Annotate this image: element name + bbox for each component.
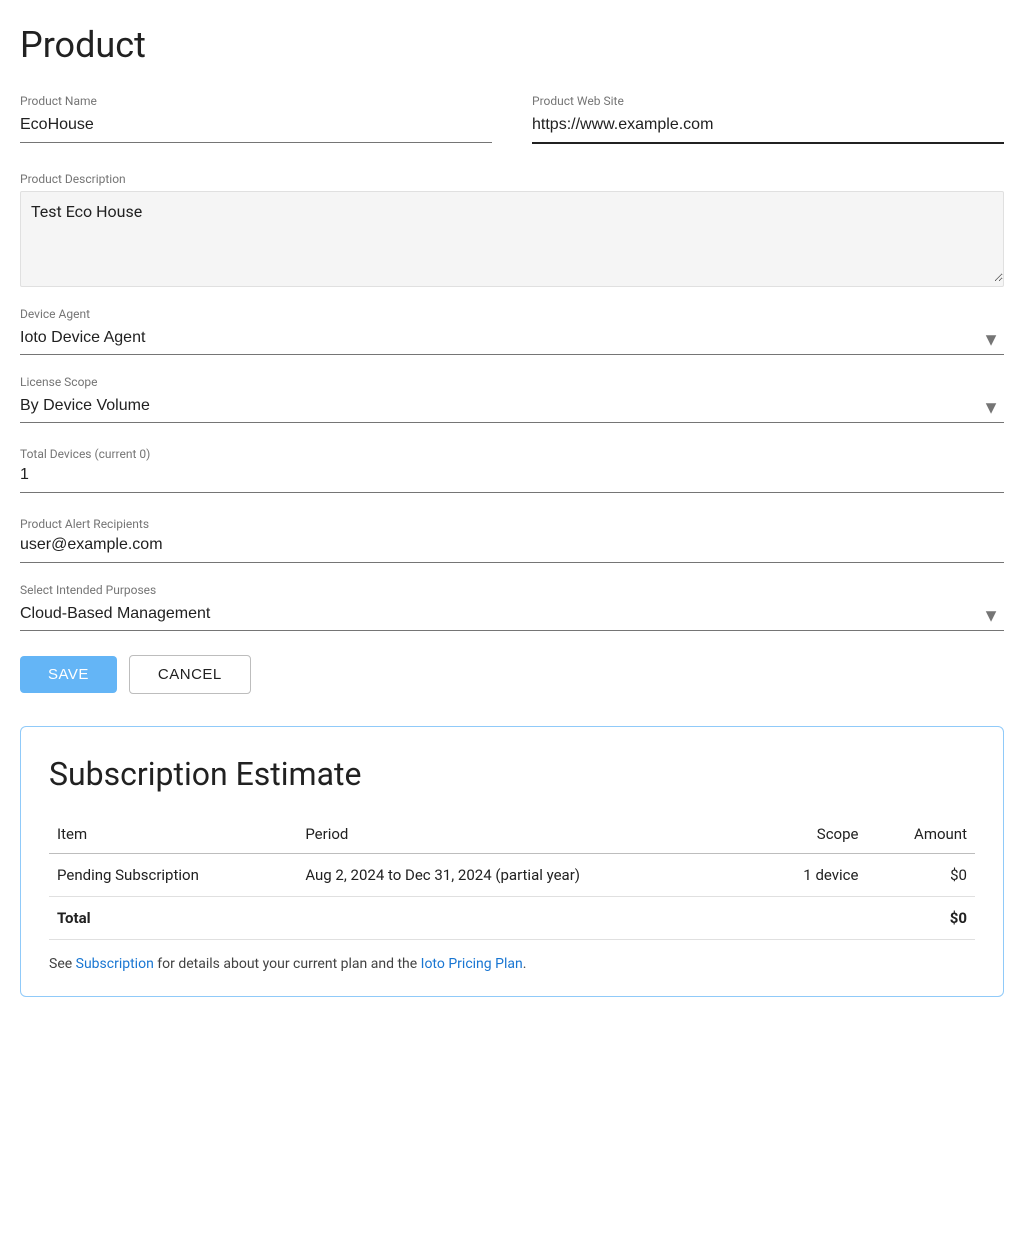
total-label: Total	[49, 897, 297, 940]
col-header-amount: Amount	[867, 817, 976, 854]
col-header-item: Item	[49, 817, 297, 854]
row-scope: 1 device	[755, 854, 867, 897]
total-devices-input[interactable]	[20, 462, 1004, 493]
license-scope-select[interactable]: By Device Volume	[20, 393, 1004, 423]
footer-text-between: for details about your current plan and …	[154, 956, 421, 972]
product-website-label: Product Web Site	[532, 94, 1004, 108]
subscription-title: Subscription Estimate	[49, 755, 975, 793]
total-empty-scope	[755, 897, 867, 940]
col-header-period: Period	[297, 817, 754, 854]
footer-text-after: .	[523, 956, 527, 972]
cancel-button[interactable]: CANCEL	[129, 655, 251, 694]
intended-purposes-label: Select Intended Purposes	[20, 583, 1004, 597]
device-agent-label: Device Agent	[20, 307, 1004, 321]
subscription-estimate-card: Subscription Estimate Item Period Scope …	[20, 726, 1004, 997]
subscription-table: Item Period Scope Amount Pending Subscri…	[49, 817, 975, 940]
license-scope-label: License Scope	[20, 375, 1004, 389]
total-empty-period	[297, 897, 754, 940]
row-item: Pending Subscription	[49, 854, 297, 897]
product-alert-recipients-input[interactable]	[20, 532, 1004, 563]
total-amount: $0	[867, 897, 976, 940]
product-name-label: Product Name	[20, 94, 492, 108]
product-alert-recipients-label: Product Alert Recipients	[20, 517, 149, 531]
product-description-textarea[interactable]: Test Eco House	[21, 192, 1003, 282]
subscription-link[interactable]: Subscription	[76, 956, 154, 972]
page-title: Product	[20, 24, 1004, 66]
total-devices-label: Total Devices (current 0)	[20, 447, 150, 461]
product-description-label: Product Description	[20, 172, 126, 186]
save-button[interactable]: SAVE	[20, 656, 117, 693]
row-amount: $0	[867, 854, 976, 897]
intended-purposes-select[interactable]: Cloud-Based Management	[20, 601, 1004, 631]
product-name-input[interactable]	[20, 112, 492, 143]
device-agent-select[interactable]: Ioto Device Agent	[20, 325, 1004, 355]
total-row: Total $0	[49, 897, 975, 940]
row-period: Aug 2, 2024 to Dec 31, 2024 (partial yea…	[297, 854, 754, 897]
product-website-input[interactable]	[532, 112, 1004, 144]
table-row: Pending Subscription Aug 2, 2024 to Dec …	[49, 854, 975, 897]
footer-text-before-link1: See	[49, 956, 76, 972]
ioto-pricing-plan-link[interactable]: Ioto Pricing Plan	[421, 956, 523, 972]
col-header-scope: Scope	[755, 817, 867, 854]
footer-note: See Subscription for details about your …	[49, 956, 975, 972]
